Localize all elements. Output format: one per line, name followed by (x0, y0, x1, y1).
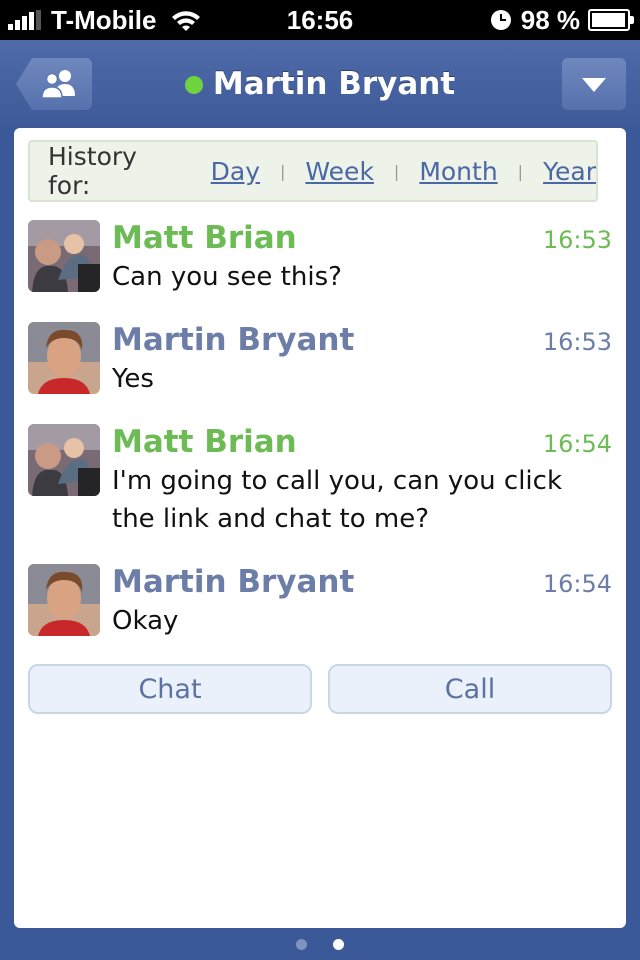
alarm-clock-icon (490, 10, 511, 30)
message-time: 16:54 (542, 570, 612, 598)
options-dropdown-button[interactable] (562, 58, 626, 110)
message-sender: Martin Bryant (112, 564, 355, 600)
chat-message: Martin Bryant 16:54 Okay (28, 564, 612, 644)
message-sender: Matt Brian (112, 220, 297, 256)
avatar-matt-brian[interactable] (28, 424, 100, 496)
call-button[interactable]: Call (328, 664, 612, 714)
friends-back-button[interactable] (16, 58, 92, 110)
history-filter-bar: History for: Day | Week | Month | Year (28, 140, 598, 202)
chat-panel: History for: Day | Week | Month | Year M… (14, 128, 626, 928)
message-text: Okay (112, 606, 179, 636)
chat-message: Matt Brian 16:53 Can you see this? (28, 220, 612, 300)
chat-message: Martin Bryant 16:53 Yes (28, 322, 612, 402)
separator: | (280, 161, 286, 181)
history-link-year[interactable]: Year (543, 157, 596, 186)
people-icon (41, 70, 75, 99)
battery-level (592, 13, 626, 27)
history-label: History for: (48, 142, 137, 200)
status-bar: T-Mobile 16:56 98 % (0, 0, 640, 40)
avatar-martin-bryant[interactable] (28, 564, 100, 636)
app-header: Martin Bryant (0, 40, 640, 128)
separator: | (517, 161, 524, 181)
page-indicator[interactable] (0, 936, 640, 952)
contact-name: Martin Bryant (212, 66, 456, 102)
message-time: 16:54 (542, 430, 612, 458)
message-time: 16:53 (542, 328, 612, 356)
chat-message: Matt Brian 16:54 I'm going to call you, … (28, 424, 612, 544)
page-dot-1[interactable] (296, 938, 307, 950)
battery-icon (588, 9, 634, 31)
history-link-month[interactable]: Month (419, 157, 497, 186)
battery-percent: 98 % (520, 4, 580, 35)
message-time: 16:53 (542, 226, 612, 254)
separator: | (393, 161, 400, 181)
message-sender: Matt Brian (112, 424, 297, 460)
history-link-day[interactable]: Day (211, 157, 260, 186)
online-status-icon (184, 76, 203, 94)
history-link-week[interactable]: Week (305, 157, 374, 186)
chevron-down-icon (582, 78, 606, 92)
avatar-martin-bryant[interactable] (28, 322, 100, 394)
message-text: Yes (112, 364, 154, 394)
avatar-matt-brian[interactable] (28, 220, 100, 292)
chat-button[interactable]: Chat (28, 664, 312, 714)
page-dot-2-active[interactable] (333, 938, 344, 950)
status-right: 98 % (490, 4, 634, 36)
conversation-title: Martin Bryant (0, 40, 640, 128)
message-sender: Martin Bryant (112, 322, 355, 358)
message-text: Can you see this? (112, 262, 342, 292)
message-text: I'm going to call you, can you click the… (112, 466, 562, 534)
